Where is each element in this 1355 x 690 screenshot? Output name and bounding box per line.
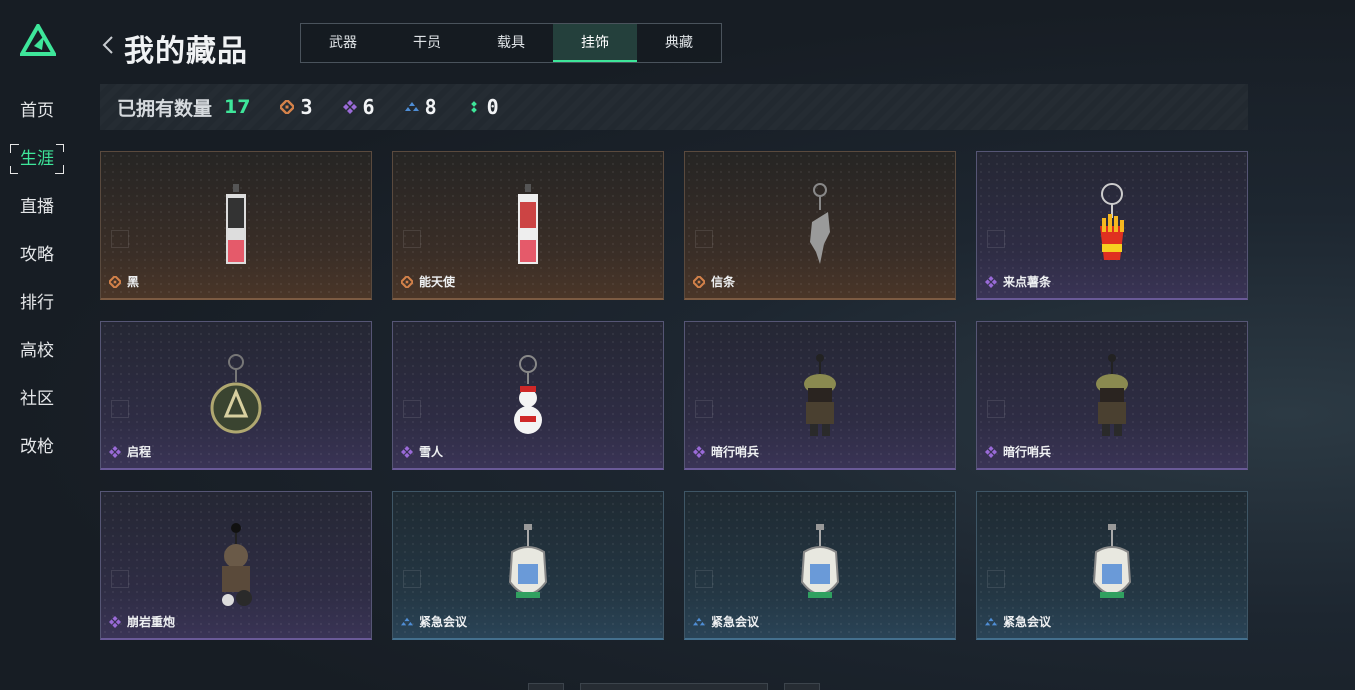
charm-name: 黑 <box>127 275 140 289</box>
charm-name: 暗行哨兵 <box>1003 445 1052 459</box>
hand-pendant-icon <box>810 183 830 264</box>
badge-pendant-icon <box>800 524 840 598</box>
rarity-count-blue: 8 <box>404 95 437 119</box>
purple-diamond-icon <box>109 615 121 628</box>
owned-count-total: 17 <box>224 96 251 118</box>
sidebar-item-live[interactable]: 直播 <box>10 192 64 222</box>
tab-operators[interactable]: 干员 <box>385 24 469 62</box>
charm-name: 暗行哨兵 <box>711 445 760 459</box>
poster-pendant-icon <box>518 184 538 264</box>
medal-pendant-icon <box>210 354 262 434</box>
rarity-count-green: 0 <box>467 95 499 119</box>
orange-diamond-icon <box>401 275 413 288</box>
charm-name: 能天使 <box>419 275 456 289</box>
charm-grid: 黑 能天使 信条 来点薯条 启程 雪人 暗行哨兵 暗行哨兵 崩岩重炮 紧急会议 … <box>100 151 1248 641</box>
charm-card[interactable]: 紧急会议 <box>392 491 664 640</box>
charm-card[interactable]: 暗行哨兵 <box>684 321 956 470</box>
blue-triangle-icon <box>401 617 413 625</box>
charm-name: 来点薯条 <box>1003 275 1052 289</box>
soldier-pendant-icon <box>1096 354 1128 436</box>
sidebar: 首页 生涯 直播 攻略 排行 高校 社区 改枪 <box>0 0 75 690</box>
sidebar-item-gunsmith[interactable]: 改枪 <box>10 432 64 462</box>
prev-page-button[interactable] <box>528 683 564 690</box>
charm-name: 崩岩重炮 <box>127 615 176 629</box>
orange-diamond-icon <box>109 275 121 288</box>
purple-diamond-icon <box>342 100 357 114</box>
charm-card[interactable]: 信条 <box>684 151 956 300</box>
tab-vehicles[interactable]: 载具 <box>469 24 553 62</box>
badge-pendant-icon <box>508 524 548 598</box>
back-chevron-icon[interactable] <box>100 34 116 56</box>
category-tabs: 武器 干员 载具 挂饰 典藏 <box>300 23 722 63</box>
sidebar-item-colleges[interactable]: 高校 <box>10 336 64 366</box>
charm-card[interactable]: 雪人 <box>392 321 664 470</box>
orange-diamond-icon <box>693 275 705 288</box>
sidebar-item-ranking[interactable]: 排行 <box>10 288 64 318</box>
rarity-count-purple: 6 <box>342 95 375 119</box>
sidebar-item-community[interactable]: 社区 <box>10 384 64 414</box>
owned-count-label: 已拥有数量 <box>117 97 213 120</box>
charm-card[interactable]: 崩岩重炮 <box>100 491 372 640</box>
sidebar-item-guides[interactable]: 攻略 <box>10 240 64 270</box>
sidebar-item-career[interactable]: 生涯 <box>10 144 64 174</box>
badge-pendant-icon <box>1092 524 1132 598</box>
charm-name: 紧急会议 <box>419 615 468 629</box>
purple-diamond-icon <box>401 445 413 458</box>
sidebar-item-home[interactable]: 首页 <box>10 96 64 126</box>
charm-name: 紧急会议 <box>1003 615 1052 629</box>
charm-card[interactable]: 黑 <box>100 151 372 300</box>
charm-card[interactable]: 启程 <box>100 321 372 470</box>
owned-summary-bar: 已拥有数量 17 3 6 8 0 <box>100 84 1248 130</box>
charm-card[interactable]: 紧急会议 <box>976 491 1248 640</box>
blue-triangle-icon <box>693 617 705 625</box>
purple-diamond-icon <box>985 445 997 458</box>
app-logo-icon[interactable] <box>20 24 56 56</box>
rarity-count-orange: 3 <box>280 95 313 119</box>
orange-diamond-icon <box>280 100 295 114</box>
tab-weapons[interactable]: 武器 <box>301 24 385 62</box>
tab-charms[interactable]: 挂饰 <box>553 24 637 62</box>
green-dots-icon <box>470 101 477 113</box>
page-title: 我的藏品 <box>124 34 248 69</box>
gunner-pendant-icon <box>222 523 252 606</box>
charm-name: 信条 <box>711 275 736 289</box>
charm-card[interactable]: 紧急会议 <box>684 491 956 640</box>
charm-name: 紧急会议 <box>711 615 760 629</box>
blue-triangle-icon <box>404 102 419 111</box>
purple-diamond-icon <box>693 445 705 458</box>
snowman-pendant-icon <box>514 355 542 434</box>
page-indicator <box>580 683 768 690</box>
purple-diamond-icon <box>985 275 997 288</box>
blue-triangle-icon <box>985 617 997 625</box>
charm-name: 雪人 <box>419 445 444 459</box>
charm-card[interactable]: 能天使 <box>392 151 664 300</box>
soldier-pendant-icon <box>804 354 836 436</box>
poster-pendant-icon <box>226 184 246 264</box>
tab-collection[interactable]: 典藏 <box>637 24 721 62</box>
next-page-button[interactable] <box>784 683 820 690</box>
charm-name: 启程 <box>127 445 152 459</box>
fries-pendant-icon <box>1100 183 1124 260</box>
charm-card[interactable]: 暗行哨兵 <box>976 321 1248 470</box>
purple-diamond-icon <box>109 445 121 458</box>
charm-card[interactable]: 来点薯条 <box>976 151 1248 300</box>
